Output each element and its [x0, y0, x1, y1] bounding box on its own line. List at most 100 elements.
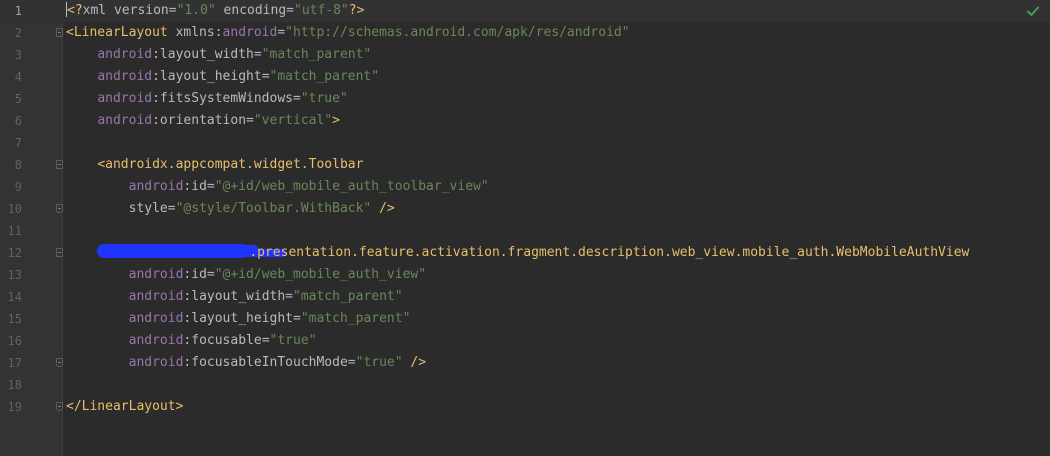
line-number: 19 [7, 400, 22, 414]
code-token: = [293, 91, 301, 106]
code-token: = [206, 267, 215, 282]
code-token: android [128, 179, 184, 194]
code-text: <LinearLayout xmlns:android="http://sche… [66, 22, 630, 44]
code-line[interactable]: 5 android:fitsSystemWindows="true" [0, 88, 1050, 110]
code-line[interactable]: 15 android:layout_height="match_parent" [0, 308, 1050, 330]
code-line[interactable]: 8 <androidx.appcompat.widget.Toolbar [0, 154, 1050, 176]
line-number: 18 [7, 378, 22, 392]
code-token: android [97, 113, 153, 128]
code-token: "@+id/web_mobile_auth_toolbar_view" [214, 179, 489, 194]
code-text: <androidx.appcompat.widget.Toolbar [66, 154, 363, 176]
fold-open-icon[interactable] [56, 160, 63, 169]
code-token: :layout_width [152, 47, 254, 62]
code-token: "true" [300, 91, 348, 106]
line-number: 13 [7, 268, 22, 282]
fold-end-icon[interactable] [56, 358, 63, 367]
code-line[interactable]: 11 [0, 220, 1050, 242]
code-token: :id [183, 267, 207, 282]
code-line[interactable]: 17 android:focusableInTouchMode="true" /… [0, 352, 1050, 374]
code-token: :layout_width [183, 289, 286, 304]
code-token: = [261, 333, 270, 348]
code-line[interactable]: 1 <?xml version="1.0" encoding="utf-8"?> [0, 0, 1050, 22]
code-token: :layout_height [183, 311, 293, 326]
code-token: = [253, 47, 262, 62]
code-token: = [261, 69, 270, 84]
code-editor[interactable]: 1 <?xml version="1.0" encoding="utf-8"?> 2… [0, 0, 1050, 456]
code-line[interactable]: 3 android:layout_width="match_parent" [0, 44, 1050, 66]
code-text: android:id="@+id/web_mobile_auth_toolbar… [66, 176, 489, 198]
check-icon[interactable] [1026, 4, 1040, 18]
code-token: android [128, 289, 184, 304]
code-text: android:orientation="vertical"> [66, 110, 340, 132]
code-token: = [277, 25, 286, 40]
redacted-package-name [97, 244, 250, 258]
fold-open-icon[interactable] [56, 248, 63, 257]
code-token: "match_parent" [261, 47, 372, 62]
code-token: android [128, 355, 184, 370]
code-token: "1.0" [176, 3, 216, 18]
code-token: "http://schemas.android.com/apk/res/andr… [285, 25, 630, 40]
code-text: android:focusable="true" [66, 330, 317, 352]
code-text: android:id="@+id/web_mobile_auth_view" [66, 264, 426, 286]
code-line[interactable]: 6 android:orientation="vertical"> [0, 110, 1050, 132]
code-token: "@style/Toolbar.WithBack" [175, 201, 372, 216]
code-token: .presentation.feature.activation.fragmen… [249, 245, 970, 260]
code-token: :id [183, 179, 207, 194]
code-line[interactable]: 18 [0, 374, 1050, 396]
code-line[interactable]: 12 .presentation.feature.activation.frag… [0, 242, 1050, 264]
line-number: 15 [7, 312, 22, 326]
code-token: :focusableInTouchMode [183, 355, 348, 370]
line-number: 5 [14, 92, 22, 106]
line-number: 12 [7, 246, 22, 260]
line-number: 14 [7, 290, 22, 304]
line-number: 16 [7, 334, 22, 348]
code-token: /> [371, 201, 395, 216]
code-line[interactable]: 4 android:layout_height="match_parent" [0, 66, 1050, 88]
line-number: 7 [14, 136, 22, 150]
code-line[interactable]: 16 android:focusable="true" [0, 330, 1050, 352]
code-token: <androidx.appcompat.widget.Toolbar [97, 157, 364, 172]
code-token: "match_parent" [300, 311, 411, 326]
code-token: = [347, 355, 356, 370]
code-text: android:focusableInTouchMode="true" /> [66, 352, 426, 374]
fold-open-icon[interactable] [56, 28, 63, 37]
code-token: :layout_height [152, 69, 262, 84]
code-line[interactable]: 7 [0, 132, 1050, 154]
code-token: android [97, 69, 153, 84]
code-token: xml version [82, 3, 169, 18]
code-token: android [222, 25, 278, 40]
code-text: <?xml version="1.0" encoding="utf-8"?> [66, 0, 364, 22]
code-token: android [128, 267, 184, 282]
code-line[interactable]: 13 android:id="@+id/web_mobile_auth_view… [0, 264, 1050, 286]
code-token: "vertical" [253, 113, 333, 128]
line-number: 2 [14, 26, 22, 40]
line-number: 3 [14, 48, 22, 62]
code-text: .presentation.feature.activation.fragmen… [66, 242, 969, 264]
code-token: <LinearLayout [66, 25, 176, 40]
code-line[interactable]: 14 android:layout_width="match_parent" [0, 286, 1050, 308]
code-token: :focusable [183, 333, 262, 348]
code-token: = [167, 201, 176, 216]
fold-end-icon[interactable] [56, 204, 63, 213]
code-line[interactable]: 10 style="@style/Toolbar.WithBack" /> [0, 198, 1050, 220]
code-token: android [128, 311, 184, 326]
code-token: xmlns: [175, 25, 223, 40]
code-text: android:layout_width="match_parent" [66, 44, 371, 66]
code-line[interactable]: 9 android:id="@+id/web_mobile_auth_toolb… [0, 176, 1050, 198]
code-line[interactable]: 19 </LinearLayout> [0, 396, 1050, 418]
line-number: 9 [14, 180, 22, 194]
code-token: "utf-8" [294, 3, 349, 18]
code-token: "@+id/web_mobile_auth_view" [214, 267, 427, 282]
code-text: android:layout_height="match_parent" [66, 308, 411, 330]
code-line[interactable]: 2 <LinearLayout xmlns:android="http://sch… [0, 22, 1050, 44]
code-token: ?> [348, 3, 365, 18]
fold-end-icon[interactable] [56, 402, 63, 411]
code-token: :fitsSystemWindows [152, 91, 293, 106]
